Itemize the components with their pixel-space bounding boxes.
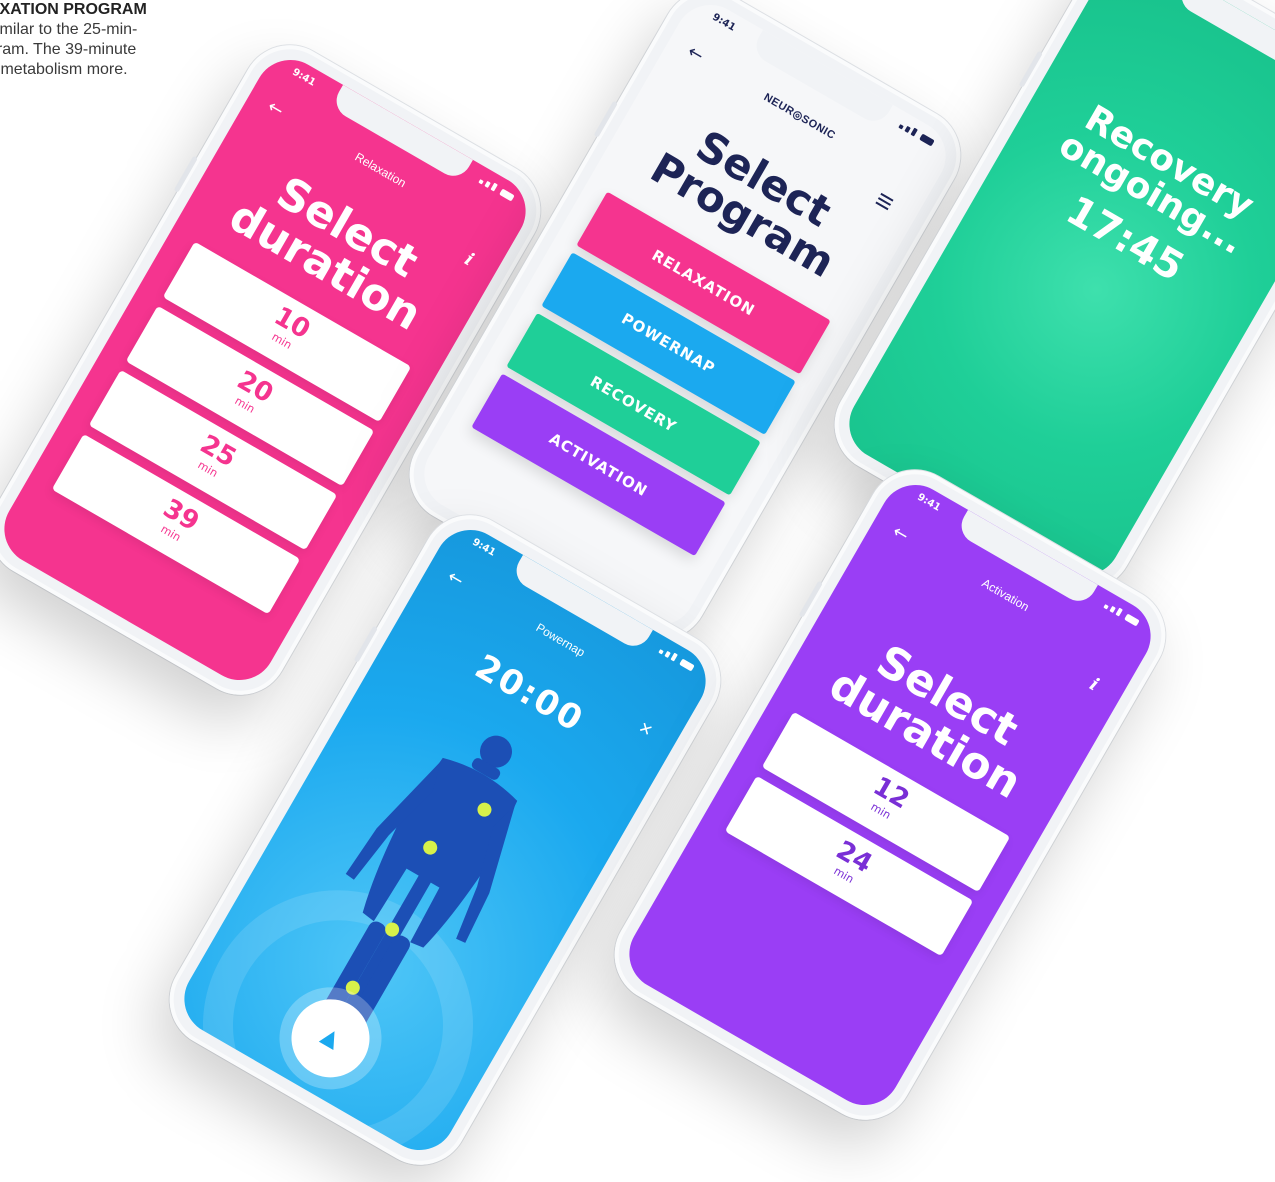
notch [330,84,473,183]
notch [750,29,893,128]
caption-title: AXATION PROGRAM [0,1,147,18]
status-icons [898,121,935,147]
caption-line-2: gram. The 39-minute [0,41,137,58]
status-icons [1103,601,1140,627]
info-icon[interactable]: i [1086,674,1102,696]
caption-block: AXATION PROGRAM similar to the 25-min- g… [0,0,218,80]
info-icon[interactable]: i [461,249,477,271]
menu-icon[interactable] [875,192,894,211]
status-icons [658,646,695,672]
status-time: 9:41 [915,491,943,514]
status-time: 9:41 [290,66,318,89]
caption-line-3: s metabolism more. [0,61,128,78]
status-icons [478,176,515,202]
notch [1175,0,1275,78]
status-time: 9:41 [710,11,738,34]
play-icon: ▲ [317,1022,345,1053]
caption-line-1: similar to the 25-min- [0,21,138,38]
recovery-status: Recovery ongoing... 17:45 [984,72,1275,332]
status-time: 9:41 [470,536,498,559]
